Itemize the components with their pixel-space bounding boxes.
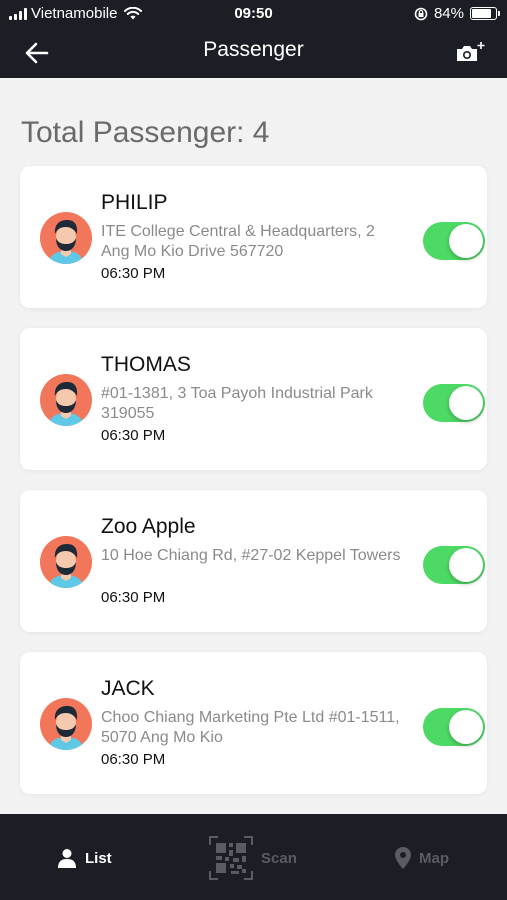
pickup-time: 06:30 PM [101,265,166,282]
toggle-knob [449,224,483,258]
toggle-knob [449,386,483,420]
qr-code-icon [209,836,253,880]
passenger-name: JACK [101,677,155,700]
map-pin-icon [395,847,411,869]
person-avatar-icon [48,544,84,588]
tab-scan-label: Scan [261,849,297,867]
add-photo-button[interactable] [453,38,489,68]
passenger-toggle[interactable] [423,384,485,422]
tab-list-label: List [85,849,112,867]
status-right: 84% [414,5,500,22]
passenger-address: ITE College Central & Headquarters, 2 An… [101,223,375,260]
tab-map-label: Map [419,849,449,867]
passenger-card[interactable]: THOMAS #01-1381, 3 Toa Payoh Industrial … [20,328,487,470]
avatar [40,698,92,750]
status-bar: Vietnamobile 09:50 84% [0,0,507,28]
toggle-knob [449,710,483,744]
tab-map[interactable]: Map [395,836,449,880]
passenger-card[interactable]: Zoo Apple 10 Hoe Chiang Rd, #27-02 Keppe… [20,490,487,632]
person-icon [58,849,76,868]
battery-icon [470,7,500,20]
nav-bar: Passenger [0,28,507,78]
avatar [40,212,92,264]
passenger-name: Zoo Apple [101,515,196,538]
pickup-time: 06:30 PM [101,751,166,768]
passenger-toggle[interactable] [423,222,485,260]
person-avatar-icon [48,706,84,750]
toggle-knob [449,548,483,582]
bottom-tab-bar: List Scan Map [0,814,507,900]
passenger-card[interactable]: JACK Choo Chiang Marketing Pte Ltd #01-1… [20,652,487,794]
tab-list[interactable]: List [57,836,112,880]
person-avatar-icon [48,382,84,426]
passenger-address: #01-1381, 3 Toa Payoh Industrial Park 31… [101,385,373,422]
passenger-toggle[interactable] [423,546,485,584]
tab-scan[interactable]: Scan [209,836,297,880]
battery-percent: 84% [433,5,464,22]
passenger-name: PHILIP [101,191,168,214]
passenger-address: 10 Hoe Chiang Rd, #27-02 Keppel Towers [101,547,401,564]
pickup-time: 06:30 PM [101,589,166,606]
avatar [40,374,92,426]
person-avatar-icon [48,220,84,264]
camera-add-icon [457,42,485,61]
total-passenger-title: Total Passenger: 4 [21,116,270,149]
passenger-list-content: Total Passenger: 4 PHILIP ITE College Ce… [0,78,507,814]
page-title: Passenger [203,38,304,61]
pickup-time: 06:30 PM [101,427,166,444]
avatar [40,536,92,588]
battery-fill [472,9,492,18]
passenger-address: Choo Chiang Marketing Pte Ltd #01-1511, … [101,709,400,746]
passenger-card[interactable]: PHILIP ITE College Central & Headquarter… [20,166,487,308]
passenger-toggle[interactable] [423,708,485,746]
rotation-lock-icon [414,7,428,20]
passenger-name: THOMAS [101,353,191,376]
